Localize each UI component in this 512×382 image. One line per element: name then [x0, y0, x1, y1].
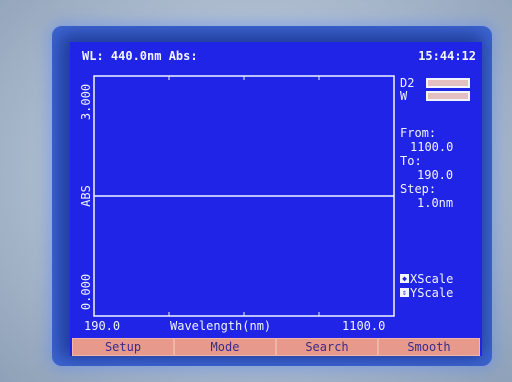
y-axis-label: ABS: [80, 185, 93, 207]
lamp-d2: D2: [400, 76, 414, 90]
y-tick-bottom: 0.000: [80, 274, 93, 310]
xscale-icon: ◆: [400, 274, 409, 283]
mode-softkey[interactable]: Mode: [174, 338, 276, 356]
yscale-label: YScale: [410, 286, 454, 300]
lamp-w: W: [400, 89, 407, 103]
lamp-w-indicator: [426, 91, 470, 101]
clock: 15:44:12: [418, 49, 476, 63]
softkey-bar: Setup Mode Search Smooth: [70, 338, 482, 356]
x-axis-label: Wavelength(nm): [170, 319, 271, 333]
status-header: WL: 440.0nm Abs: 15:44:12: [70, 42, 482, 66]
from-value: 1100.0: [410, 140, 454, 154]
from-label: From:: [400, 126, 437, 140]
x-tick-right: 1100.0: [342, 319, 385, 333]
wavelength-readout: WL: 440.0nm Abs:: [82, 49, 198, 63]
lamp-w-label: W: [400, 89, 408, 103]
yscale-icon: ⇕: [400, 288, 409, 297]
y-tick-top: 3.000: [80, 84, 93, 120]
to-label: To:: [400, 154, 422, 168]
side-panel: D2 W From: 1100.0 To: 190.0 Step: 1.0nm …: [400, 76, 480, 336]
step-label: Step:: [400, 182, 437, 196]
search-softkey[interactable]: Search: [276, 338, 378, 356]
xscale-label: XScale: [410, 272, 454, 286]
lamp-d2-indicator: [426, 78, 470, 88]
setup-softkey[interactable]: Setup: [72, 338, 174, 356]
lcd-screen: WL: 440.0nm Abs: 15:44:12 3.000 ABS 0.00…: [70, 42, 482, 356]
spectrum-chart: 3.000 ABS 0.000 190.0 Wavelength(nm) 110…: [80, 75, 395, 333]
to-value: 190.0: [417, 168, 454, 182]
step-value: 1.0nm: [417, 196, 454, 210]
smooth-softkey[interactable]: Smooth: [378, 338, 480, 356]
lamp-d2-label: D2: [400, 76, 415, 90]
x-tick-left: 190.0: [84, 319, 120, 333]
